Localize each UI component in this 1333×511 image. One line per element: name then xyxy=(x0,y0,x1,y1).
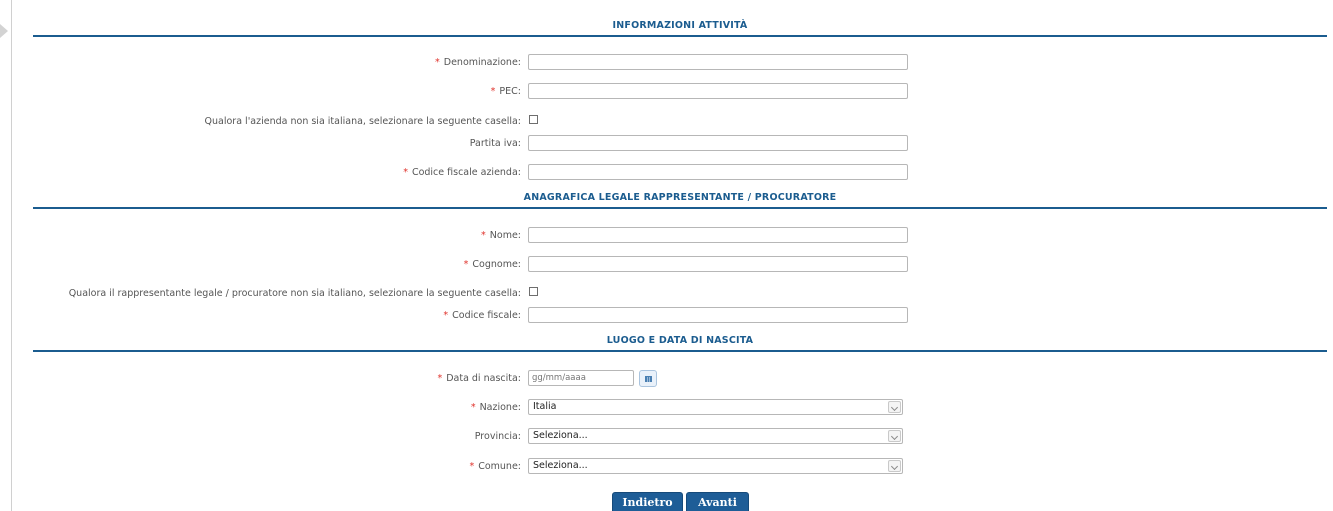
comune-select[interactable]: Seleziona... xyxy=(528,458,903,474)
label-nazione: * Nazione: xyxy=(470,402,521,413)
label-denominazione: * Denominazione: xyxy=(435,57,521,68)
row-codice-fiscale-azienda: * Codice fiscale azienda: xyxy=(0,164,1333,182)
nome-input[interactable] xyxy=(528,227,908,243)
chevron-down-icon[interactable] xyxy=(888,430,901,442)
section-title-legale: ANAGRAFICA LEGALE RAPPRESENTANTE / PROCU… xyxy=(523,192,837,203)
denominazione-input[interactable] xyxy=(528,54,908,70)
row-provincia: Provincia: Seleziona... xyxy=(0,428,1333,446)
section-divider xyxy=(33,35,1327,37)
data-nascita-input[interactable] xyxy=(528,370,634,386)
required-marker: * xyxy=(443,310,449,321)
chevron-down-icon[interactable] xyxy=(888,401,901,413)
required-marker: * xyxy=(435,57,440,68)
label-cognome: * Cognome: xyxy=(463,259,521,270)
section-title-nascita: LUOGO E DATA DI NASCITA xyxy=(606,335,754,346)
required-marker: * xyxy=(437,373,443,384)
row-pec: * PEC: xyxy=(0,83,1333,101)
arrow-right-icon[interactable] xyxy=(0,24,8,38)
rappresentante-estero-checkbox[interactable] xyxy=(529,287,538,296)
label-codice-fiscale-azienda: * Codice fiscale azienda: xyxy=(403,167,521,178)
label-partita-iva: Partita iva: xyxy=(469,138,521,149)
required-marker: * xyxy=(463,259,469,270)
nazione-select[interactable]: Italia xyxy=(528,399,903,415)
cognome-input[interactable] xyxy=(528,256,908,272)
section-title-informazioni: INFORMAZIONI ATTIVITÀ xyxy=(612,20,748,31)
next-button[interactable]: Avanti xyxy=(686,492,749,511)
label-azienda-estera: Qualora l'azienda non sia italiana, sele… xyxy=(204,116,521,127)
row-codice-fiscale: * Codice fiscale: xyxy=(0,307,1333,325)
row-data-nascita: * Data di nascita: xyxy=(0,370,1333,388)
nazione-value: Italia xyxy=(533,401,557,412)
section-divider xyxy=(33,207,1327,209)
label-data-nascita: * Data di nascita: xyxy=(437,373,521,384)
label-codice-fiscale: * Codice fiscale: xyxy=(443,310,521,321)
codice-fiscale-input[interactable] xyxy=(528,307,908,323)
row-partita-iva: Partita iva: xyxy=(0,135,1333,153)
row-cognome: * Cognome: xyxy=(0,256,1333,274)
row-denominazione: * Denominazione: xyxy=(0,54,1333,72)
label-rappresentante-estero: Qualora il rappresentante legale / procu… xyxy=(68,288,521,299)
label-nome: * Nome: xyxy=(481,230,521,241)
label-pec: * PEC: xyxy=(490,86,521,97)
back-button[interactable]: Indietro xyxy=(612,492,683,511)
row-nazione: * Nazione: Italia xyxy=(0,399,1333,417)
provincia-select[interactable]: Seleziona... xyxy=(528,428,903,444)
row-comune: * Comune: Seleziona... xyxy=(0,458,1333,476)
row-azienda-estera: Qualora l'azienda non sia italiana, sele… xyxy=(0,112,1333,130)
required-marker: * xyxy=(481,230,486,241)
section-divider xyxy=(33,350,1327,352)
azienda-estera-checkbox[interactable] xyxy=(529,115,538,124)
label-comune: * Comune: xyxy=(469,461,521,472)
calendar-button[interactable] xyxy=(639,370,657,387)
required-marker: * xyxy=(470,402,476,413)
chevron-down-icon[interactable] xyxy=(888,460,901,472)
required-marker: * xyxy=(490,86,496,97)
required-marker: * xyxy=(403,167,408,178)
label-provincia: Provincia: xyxy=(474,431,521,442)
required-marker: * xyxy=(469,461,475,472)
partita-iva-input[interactable] xyxy=(528,135,908,151)
pec-input[interactable] xyxy=(528,83,908,99)
row-rappresentante-estero: Qualora il rappresentante legale / procu… xyxy=(0,284,1333,302)
calendar-icon xyxy=(644,375,652,382)
provincia-value: Seleziona... xyxy=(533,430,588,441)
codice-fiscale-azienda-input[interactable] xyxy=(528,164,908,180)
comune-value: Seleziona... xyxy=(533,460,588,471)
row-nome: * Nome: xyxy=(0,227,1333,245)
